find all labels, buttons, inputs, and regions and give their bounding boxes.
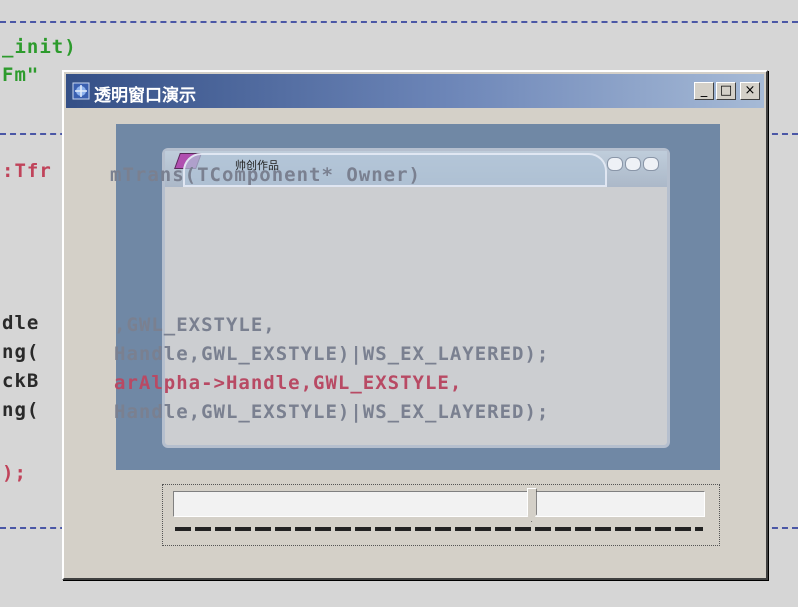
code-line: ng(: [2, 399, 40, 421]
overlay-code-line: arAlpha->Handle,GWL_EXSTYLE,: [114, 372, 463, 394]
overlay-code-line: ,GWL_EXSTYLE,: [114, 314, 276, 336]
transparent-window-demo: 透明窗口演示 _ □ × 帅创作品 mTrans(TComponent* Own…: [62, 70, 768, 580]
window-app-icon: [72, 82, 90, 100]
overlay-code-line: Handle,GWL_EXSTYLE)|WS_EX_LAYERED);: [114, 343, 550, 365]
window-titlebar[interactable]: 透明窗口演示 _ □ ×: [66, 74, 764, 108]
code-line: :Tfr: [2, 160, 52, 182]
code-line: _init): [2, 36, 77, 58]
code-line: ng(: [2, 341, 40, 363]
code-line: dle: [2, 312, 40, 334]
separator-line: [0, 21, 798, 23]
overlay-code-line: Handle,GWL_EXSTYLE)|WS_EX_LAYERED);: [114, 401, 550, 423]
overlay-code-line: mTrans(TComponent* Owner): [110, 164, 421, 186]
skinned-window-controls[interactable]: [607, 157, 659, 171]
code-line: Fm": [2, 64, 40, 86]
code-line: );: [2, 462, 27, 484]
minimize-button[interactable]: _: [694, 82, 714, 100]
trackbar-ticks: [175, 527, 703, 531]
skin-maximize-icon[interactable]: [625, 157, 641, 171]
alpha-trackbar[interactable]: [162, 484, 720, 546]
close-button[interactable]: ×: [740, 82, 760, 100]
maximize-button[interactable]: □: [716, 82, 736, 100]
window-title: 透明窗口演示: [94, 86, 196, 106]
code-line: ckB: [2, 370, 40, 392]
skin-close-icon[interactable]: [643, 157, 659, 171]
skin-minimize-icon[interactable]: [607, 157, 623, 171]
trackbar-groove[interactable]: [173, 491, 705, 517]
